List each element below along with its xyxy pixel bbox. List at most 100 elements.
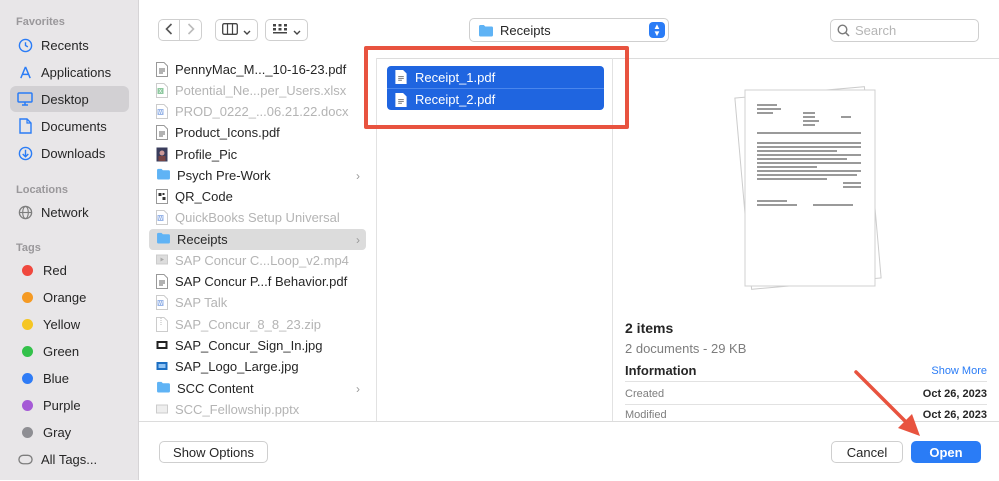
- powerpoint-file-icon: [156, 402, 169, 417]
- file-name: SAP Concur P...f Behavior.pdf: [175, 274, 348, 289]
- image-file-icon: [156, 359, 169, 374]
- file-name: Receipts: [177, 232, 228, 247]
- sidebar-item-network[interactable]: Network: [10, 199, 129, 225]
- network-icon: [16, 203, 34, 221]
- document-preview-thumbnail: [723, 82, 893, 294]
- tag-color-dot: [22, 426, 33, 438]
- chevron-down-icon: [293, 23, 301, 38]
- sidebar: Favorites Recents Applications Desktop D…: [0, 0, 139, 480]
- file-row[interactable]: Product_Icons.pdf: [149, 122, 366, 143]
- created-label: Created: [625, 388, 665, 400]
- forward-button[interactable]: [180, 19, 202, 41]
- sidebar-item-label: Gray: [43, 424, 72, 440]
- chevron-left-icon: [165, 22, 173, 38]
- show-more-link[interactable]: Show More: [931, 365, 987, 377]
- file-row[interactable]: X Potential_Ne...per_Users.xlsx: [149, 80, 366, 101]
- file-row[interactable]: SAP_Concur_Sign_In.jpg: [149, 335, 366, 356]
- sidebar-item-label: Recents: [41, 37, 89, 53]
- file-row[interactable]: SCC Content ›: [149, 378, 366, 399]
- sidebar-item-label: Network: [41, 204, 89, 220]
- sidebar-tag-blue[interactable]: Blue: [10, 365, 129, 391]
- group-by-button[interactable]: [265, 19, 308, 41]
- file-row-selected[interactable]: Receipts ›: [149, 229, 366, 250]
- svg-text:X: X: [159, 89, 163, 95]
- tag-color-dot: [22, 291, 33, 303]
- file-row[interactable]: W PROD_0222_...06.21.22.docx: [149, 101, 366, 122]
- file-name: QuickBooks Setup Universal: [175, 210, 340, 225]
- preview-pane: 2 items 2 documents - 29 KB Information …: [613, 58, 999, 421]
- file-row[interactable]: PennyMac_M..._10-16-23.pdf: [149, 59, 366, 80]
- file-name: Potential_Ne...per_Users.xlsx: [175, 83, 347, 98]
- highlight-annotation-box: [364, 46, 629, 129]
- svg-text:W: W: [158, 216, 163, 222]
- back-button[interactable]: [158, 19, 180, 41]
- sidebar-tag-red[interactable]: Red: [10, 257, 129, 283]
- annotation-arrow: [854, 370, 920, 436]
- file-row[interactable]: W QuickBooks Setup Universal: [149, 207, 366, 228]
- sidebar-item-recents[interactable]: Recents: [10, 32, 129, 58]
- modified-value: Oct 26, 2023: [922, 409, 987, 421]
- file-row[interactable]: Psych Pre-Work ›: [149, 165, 366, 186]
- sidebar-tag-yellow[interactable]: Yellow: [10, 311, 129, 337]
- tag-color-dot: [22, 264, 33, 276]
- view-columns-button[interactable]: [215, 19, 258, 41]
- file-name: SAP_Concur_8_8_23.zip: [175, 317, 321, 332]
- sidebar-item-applications[interactable]: Applications: [10, 59, 129, 85]
- word-file-icon: W: [156, 295, 169, 310]
- desktop-icon: [16, 90, 34, 108]
- sidebar-item-all-tags[interactable]: All Tags...: [10, 446, 129, 472]
- sidebar-item-documents[interactable]: Documents: [10, 113, 129, 139]
- word-file-icon: W: [156, 104, 169, 119]
- sidebar-item-label: Red: [43, 262, 67, 278]
- sidebar-tag-purple[interactable]: Purple: [10, 392, 129, 418]
- file-row[interactable]: W SAP Talk: [149, 292, 366, 313]
- preview-item-count: 2 items: [625, 320, 674, 336]
- open-button[interactable]: Open: [911, 441, 981, 463]
- tags-icon: [16, 450, 34, 468]
- folder-icon: [156, 232, 171, 247]
- pdf-file-icon: [156, 274, 169, 289]
- file-row[interactable]: SAP Concur C...Loop_v2.mp4: [149, 250, 366, 271]
- file-name: PROD_0222_...06.21.22.docx: [175, 104, 349, 119]
- tag-color-dot: [22, 345, 33, 357]
- file-name: SAP Concur C...Loop_v2.mp4: [175, 253, 349, 268]
- search-field[interactable]: Search: [830, 19, 979, 42]
- sidebar-tag-green[interactable]: Green: [10, 338, 129, 364]
- sidebar-tag-gray[interactable]: Gray: [10, 419, 129, 445]
- show-options-button[interactable]: Show Options: [159, 441, 268, 463]
- preview-summary: 2 documents - 29 KB: [625, 341, 747, 356]
- location-label: Receipts: [500, 22, 551, 38]
- file-name: Profile_Pic: [175, 147, 238, 162]
- document-icon: [16, 117, 34, 135]
- file-row[interactable]: SCC_Fellowship.pptx: [149, 399, 366, 420]
- file-column-desktop: PennyMac_M..._10-16-23.pdf X Potential_N…: [139, 58, 377, 421]
- zip-file-icon: [156, 317, 169, 332]
- file-row[interactable]: SAP Concur P...f Behavior.pdf: [149, 271, 366, 292]
- sidebar-item-label: Purple: [43, 397, 81, 413]
- sidebar-item-label: Desktop: [41, 91, 89, 107]
- chevron-right-icon: ›: [356, 168, 360, 183]
- chevron-down-icon: [243, 23, 251, 38]
- sidebar-item-label: Downloads: [41, 145, 106, 161]
- sidebar-tag-orange[interactable]: Orange: [10, 284, 129, 310]
- sidebar-item-desktop[interactable]: Desktop: [10, 86, 129, 112]
- file-row[interactable]: SAP_Logo_Large.jpg: [149, 356, 366, 377]
- file-name: SAP_Concur_Sign_In.jpg: [175, 338, 323, 353]
- divider: [625, 404, 987, 405]
- file-name: Product_Icons.pdf: [175, 125, 280, 140]
- video-file-icon: [156, 253, 169, 268]
- sidebar-item-downloads[interactable]: Downloads: [10, 140, 129, 166]
- svg-text:W: W: [158, 110, 163, 116]
- favorites-header: Favorites: [16, 16, 65, 28]
- location-dropdown[interactable]: Receipts ▲ ▼: [469, 18, 669, 42]
- tags-header: Tags: [16, 242, 41, 254]
- qr-code-icon: [156, 189, 169, 204]
- file-row[interactable]: Profile_Pic: [149, 144, 366, 165]
- search-icon: [837, 24, 850, 37]
- file-row[interactable]: QR_Code: [149, 186, 366, 207]
- sidebar-item-label: Blue: [43, 370, 70, 386]
- sidebar-item-label: Yellow: [43, 316, 81, 332]
- file-row[interactable]: SAP_Concur_8_8_23.zip: [149, 314, 366, 335]
- pdf-file-icon: [156, 125, 169, 140]
- cancel-button[interactable]: Cancel: [831, 441, 903, 463]
